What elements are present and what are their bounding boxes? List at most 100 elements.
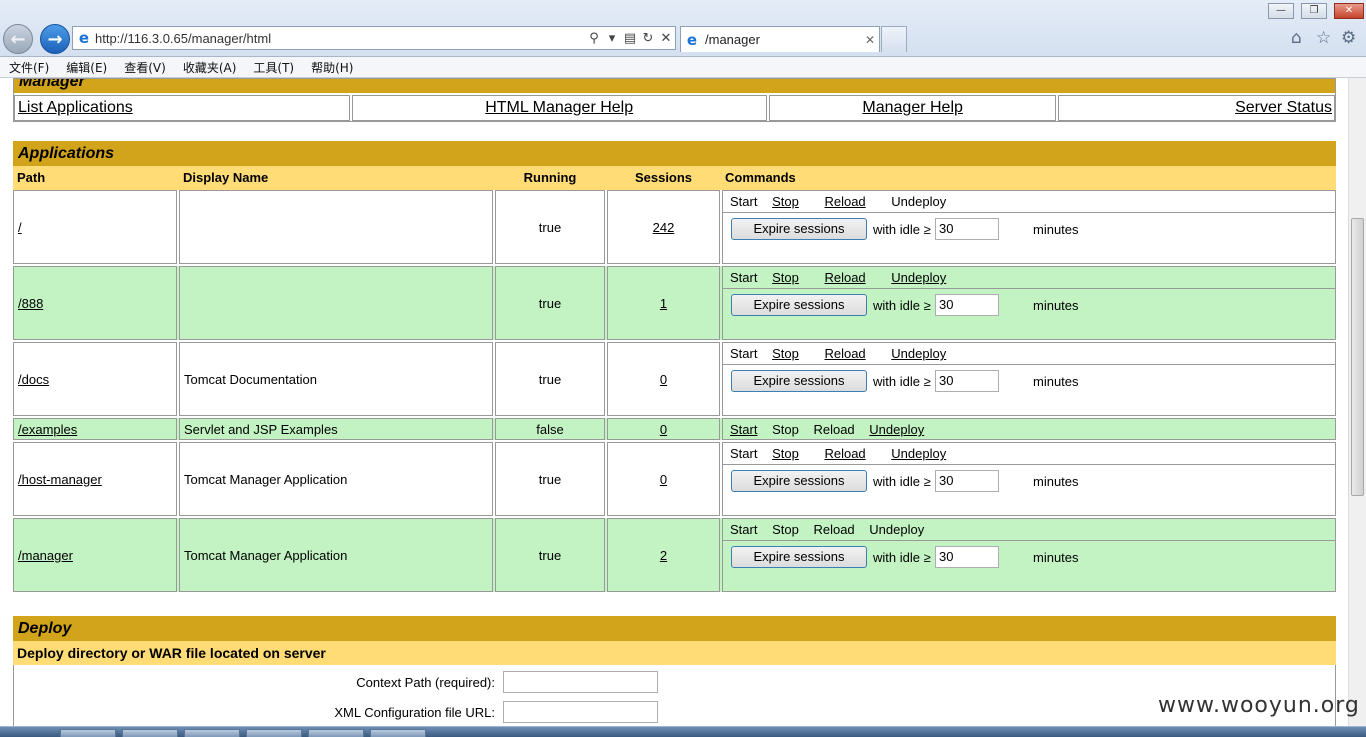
reload-link[interactable]: Reload [824,446,865,461]
menu-help[interactable]: 帮助(H) [302,59,361,76]
reload-link[interactable]: Reload [824,270,865,285]
path-link[interactable]: /examples [18,422,77,437]
page-viewport: Manager List Applications HTML Manager H… [0,78,1348,726]
menu-tools[interactable]: 工具(T) [244,59,302,76]
start-text: Start [730,446,758,461]
commands-cell: Start Stop Reload Undeploy [722,418,1336,440]
expire-sessions-button[interactable]: Expire sessions [731,294,867,316]
window-close-button[interactable]: ✕ [1334,3,1364,19]
command-links: Start Stop Reload Undeploy [723,343,1335,365]
commands-cell: Start Stop Reload Undeploy Expire sessio… [722,190,1336,264]
address-url[interactable]: http://116.3.0.65/manager/html [95,31,585,46]
stop-icon[interactable]: ✕ [657,31,675,46]
tab-manager[interactable]: e /manager ✕ [680,26,880,52]
path-cell: /888 [13,266,177,340]
idle-input[interactable]: 30 [935,470,999,492]
manager-help-cell: Manager Help [768,95,1057,121]
stop-link[interactable]: Stop [772,446,799,461]
header-display-name: Display Name [183,170,269,185]
address-bar[interactable]: e http://116.3.0.65/manager/html ⚲ ▾ ▤ ↻… [72,26,676,50]
undeploy-link[interactable]: Undeploy [891,346,946,361]
expire-sessions-button[interactable]: Expire sessions [731,470,867,492]
expire-sessions-button[interactable]: Expire sessions [731,546,867,568]
start-link[interactable]: Start [730,422,757,437]
minimize-button[interactable]: — [1268,3,1294,19]
stop-link[interactable]: Stop [772,346,799,361]
scrollbar-thumb[interactable] [1351,218,1364,496]
undeploy-link[interactable]: Undeploy [891,270,946,285]
star-icon[interactable]: ☆ [1316,28,1331,48]
new-tab-button[interactable] [881,26,907,52]
expire-form: Expire sessions with idle ≥ 30 minutes [723,365,1335,415]
idle-input[interactable]: 30 [935,218,999,240]
idle-input[interactable]: 30 [935,370,999,392]
path-link[interactable]: /888 [18,296,43,311]
stop-link[interactable]: Stop [772,270,799,285]
server-status-link[interactable]: Server Status [1235,99,1332,116]
sessions-cell: 242 [607,190,720,264]
tab-close-icon[interactable]: ✕ [861,33,879,47]
idle-input[interactable]: 30 [935,294,999,316]
display-name-cell [179,266,493,340]
reload-text: Reload [813,422,855,437]
stop-link[interactable]: Stop [772,194,799,209]
watermark: www.wooyun.org [1158,693,1360,718]
menu-file[interactable]: 文件(F) [0,59,57,76]
menu-favorites[interactable]: 收藏夹(A) [174,59,245,76]
manager-links: List Applications HTML Manager Help Mana… [14,95,1335,121]
compat-view-icon[interactable]: ▤ [621,31,639,46]
idle-label: with idle ≥ [873,298,931,313]
expire-form: Expire sessions with idle ≥ 30 minutes [723,289,1335,339]
search-icon[interactable]: ⚲ [585,31,603,46]
refresh-icon[interactable]: ↻ [639,31,657,46]
commands-cell: Start Stop Reload Undeploy Expire sessio… [722,342,1336,416]
path-link[interactable]: /docs [18,372,49,387]
path-link[interactable]: /manager [18,548,73,563]
menu-view[interactable]: 查看(V) [115,59,174,76]
gear-icon[interactable]: ⚙ [1341,28,1356,48]
idle-label: with idle ≥ [873,374,931,389]
undeploy-link[interactable]: Undeploy [869,422,924,437]
xml-config-input[interactable] [503,701,658,723]
menu-edit[interactable]: 编辑(E) [57,59,115,76]
sessions-link[interactable]: 0 [660,372,667,387]
path-link[interactable]: / [18,220,22,235]
home-icon[interactable]: ⌂ [1291,28,1302,48]
reload-link[interactable]: Reload [824,194,865,209]
reload-link[interactable]: Reload [824,346,865,361]
display-name-cell: Servlet and JSP Examples [179,418,493,440]
sessions-link[interactable]: 0 [660,472,667,487]
maximize-button[interactable]: ❐ [1301,3,1327,19]
sessions-link[interactable]: 242 [653,220,675,235]
html-manager-help-link[interactable]: HTML Manager Help [485,99,633,116]
context-path-input[interactable] [503,671,658,693]
taskbar [0,726,1366,737]
dropdown-icon[interactable]: ▾ [603,31,621,46]
display-name-cell: Tomcat Documentation [179,342,493,416]
stop-text: Stop [772,422,799,437]
running-cell: true [495,266,605,340]
table-row: /manager Tomcat Manager Application true… [13,518,1336,594]
manager-help-link[interactable]: Manager Help [862,99,963,116]
list-applications-cell: List Applications [14,95,350,121]
expire-sessions-button[interactable]: Expire sessions [731,370,867,392]
sessions-link[interactable]: 1 [660,296,667,311]
list-applications-link[interactable]: List Applications [18,99,133,116]
server-status-cell: Server Status [1058,95,1335,121]
table-row: /examples Servlet and JSP Examples false… [13,418,1336,442]
context-path-label: Context Path (required): [356,675,495,690]
back-button[interactable]: ← [3,24,33,54]
undeploy-link[interactable]: Undeploy [891,446,946,461]
sessions-link[interactable]: 0 [660,422,667,437]
running-cell: true [495,190,605,264]
path-link[interactable]: /host-manager [18,472,102,487]
table-row: /888 true 1 Start Stop Reload Undeploy E… [13,266,1336,342]
sessions-link[interactable]: 2 [660,548,667,563]
menu-bar: 文件(F) 编辑(E) 查看(V) 收藏夹(A) 工具(T) 帮助(H) [0,57,1366,78]
idle-input[interactable]: 30 [935,546,999,568]
forward-button[interactable]: → [40,24,70,54]
start-text: Start [730,270,758,285]
expire-sessions-button[interactable]: Expire sessions [731,218,867,240]
header-running: Running [523,170,577,185]
vertical-scrollbar[interactable] [1348,78,1366,726]
